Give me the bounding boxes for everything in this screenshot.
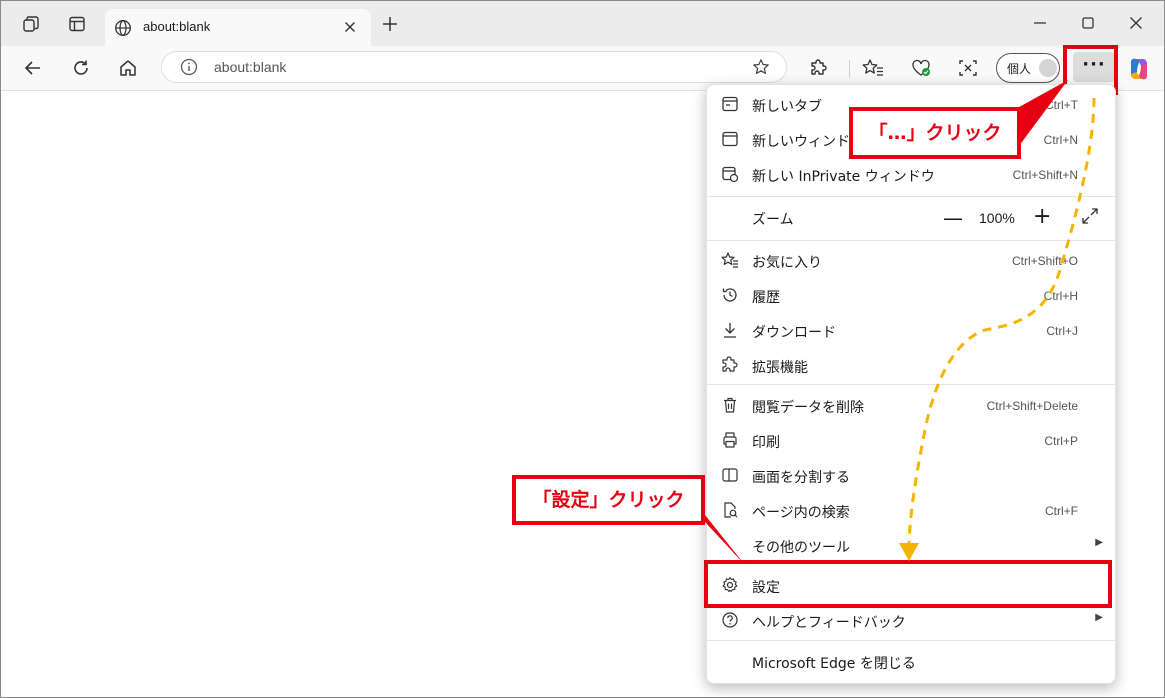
zoom-in-button[interactable]: + (1033, 204, 1051, 229)
zoom-out-button[interactable]: — (943, 206, 963, 230)
settings-highlight (704, 560, 1112, 608)
split-screen-icon (721, 466, 739, 484)
menu-label: その他のツール (752, 540, 850, 556)
menu-item-favorites[interactable]: お気に入り Ctrl+Shift+O (707, 243, 1115, 277)
callout-settings-click: 「設定」クリック (512, 475, 705, 525)
submenu-arrow-icon: ▶ (1095, 612, 1103, 623)
extensions-icon[interactable] (807, 56, 831, 80)
address-bar[interactable]: about:blank (161, 51, 787, 83)
menu-shortcut: Ctrl+Shift+O (1011, 254, 1078, 268)
avatar (1039, 59, 1057, 77)
menu-item-split-screen[interactable]: 画面を分割する (707, 458, 1115, 492)
zoom-label: ズーム (752, 212, 794, 228)
menu-item-extensions[interactable]: 拡張機能 (707, 348, 1115, 382)
tab-actions-icon[interactable] (66, 13, 88, 35)
menu-label: 新しいウィンドウ (752, 134, 864, 150)
info-icon[interactable] (180, 58, 198, 80)
minimize-icon[interactable] (1032, 15, 1048, 35)
profile-label: 個人 (1007, 62, 1032, 76)
menu-item-print[interactable]: 印刷 Ctrl+P (707, 423, 1115, 457)
menu-shortcut: Ctrl+Shift+N (1012, 168, 1078, 182)
menu-shortcut: Ctrl+H (1043, 289, 1078, 303)
profile-button[interactable]: 個人 (996, 53, 1060, 83)
menu-shortcut: Ctrl+Shift+Delete (986, 399, 1078, 413)
refresh-icon[interactable] (69, 56, 93, 80)
menu-shortcut: Ctrl+F (1045, 504, 1078, 518)
copilot-icon[interactable] (1126, 56, 1152, 82)
address-text: about:blank (214, 59, 287, 75)
inprivate-icon (721, 165, 739, 183)
menu-label: 画面を分割する (752, 470, 850, 486)
menu-shortcut: Ctrl+T (1045, 98, 1078, 112)
back-icon[interactable] (21, 56, 45, 80)
menu-separator (707, 196, 1115, 197)
menu-label: 新しいタブ (752, 99, 822, 115)
favorites-menu-icon (721, 251, 739, 269)
menu-label: お気に入り (752, 255, 822, 271)
help-icon (721, 611, 739, 629)
workspaces-icon[interactable] (20, 13, 42, 35)
menu-shortcut: Ctrl+N (1043, 133, 1078, 147)
menu-item-downloads[interactable]: ダウンロード Ctrl+J (707, 313, 1115, 347)
tab-title: about:blank (143, 19, 211, 34)
menu-label: 閲覧データを削除 (752, 400, 864, 416)
menu-label: 履歴 (752, 290, 780, 306)
fullscreen-icon[interactable] (1081, 207, 1099, 229)
menu-item-clear-browsing-data[interactable]: 閲覧データを削除 Ctrl+Shift+Delete (707, 388, 1115, 422)
new-tab-icon[interactable] (381, 15, 399, 37)
trash-icon (721, 396, 739, 414)
menu-label: 新しい InPrivate ウィンドウ (752, 169, 935, 185)
browser-essentials-icon[interactable] (909, 56, 933, 80)
menu-label: ページ内の検索 (752, 505, 850, 521)
menu-item-zoom: ズーム — 100% + (707, 200, 1115, 234)
menu-item-more-tools[interactable]: その他のツール ▶ (707, 528, 1115, 562)
menu-separator (707, 240, 1115, 241)
tab-about-blank[interactable]: about:blank (105, 9, 371, 47)
menu-item-history[interactable]: 履歴 Ctrl+H (707, 278, 1115, 312)
submenu-arrow-icon: ▶ (1095, 537, 1103, 548)
screenshot-icon[interactable] (956, 56, 980, 80)
menu-separator (707, 640, 1115, 641)
download-icon (721, 321, 739, 339)
menu-label: 拡張機能 (752, 360, 808, 376)
find-page-icon (721, 501, 739, 519)
close-tab-icon[interactable] (342, 19, 358, 39)
menu-separator (707, 384, 1115, 385)
menu-label: 印刷 (752, 435, 780, 451)
history-icon (721, 286, 739, 304)
window-icon (721, 130, 739, 148)
puzzle-icon (721, 356, 739, 374)
close-window-icon[interactable] (1128, 15, 1144, 35)
menu-label: ヘルプとフィードバック (752, 615, 906, 631)
favorites-icon[interactable] (861, 56, 885, 80)
printer-icon (721, 431, 739, 449)
menu-item-find-in-page[interactable]: ページ内の検索 Ctrl+F (707, 493, 1115, 527)
menu-label: ダウンロード (752, 325, 836, 341)
menu-label: Microsoft Edge を閉じる (752, 656, 916, 672)
menu-item-close-edge[interactable]: Microsoft Edge を閉じる (707, 644, 1115, 678)
zoom-level: 100% (979, 210, 1015, 226)
toolbar-separator (849, 60, 850, 78)
menu-item-new-inprivate[interactable]: 新しい InPrivate ウィンドウ Ctrl+Shift+N (707, 157, 1115, 191)
menu-shortcut: Ctrl+J (1046, 324, 1078, 338)
favorite-star-icon[interactable] (752, 58, 770, 80)
menu-item-help-feedback[interactable]: ヘルプとフィードバック ▶ (707, 603, 1115, 637)
globe-icon (114, 19, 132, 41)
callout-more-click: 「…」クリック (849, 107, 1021, 159)
home-icon[interactable] (116, 56, 140, 80)
new-tab-menu-icon (721, 95, 739, 113)
menu-shortcut: Ctrl+P (1044, 434, 1078, 448)
title-bar: about:blank (1, 1, 1164, 47)
maximize-icon[interactable] (1080, 15, 1096, 35)
